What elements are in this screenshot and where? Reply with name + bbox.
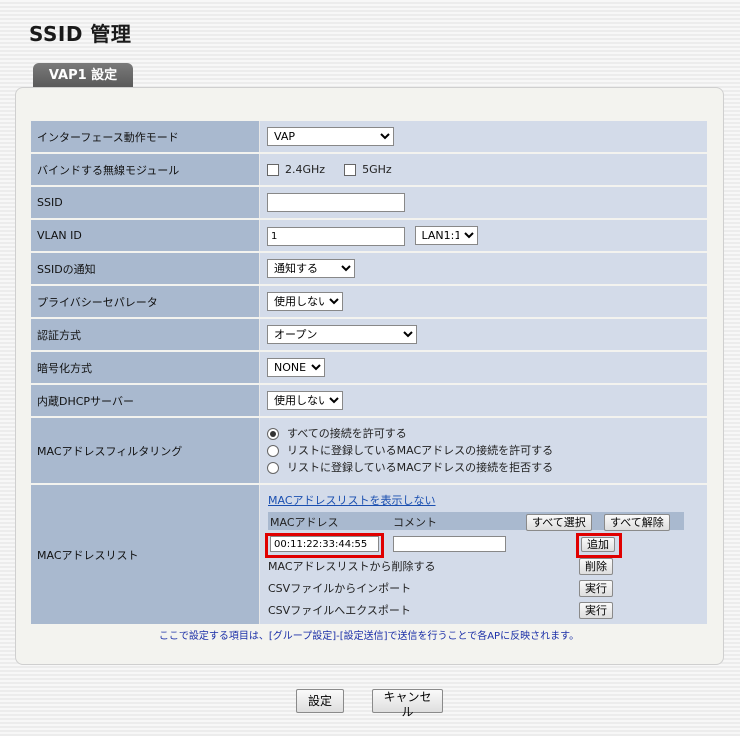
column-mac-address: MACアドレス [270,516,339,529]
label-cipher: 暗号化方式 [31,352,260,383]
label-auth-method: 認証方式 [31,319,260,350]
row-mac-filter: MACアドレスフィルタリング すべての接続を許可する リストに登録しているMAC… [31,418,707,483]
row-ssid-notify: SSIDの通知 通知する [31,253,707,284]
row-interface-mode: インターフェース動作モード VAP [31,121,707,152]
settings-table: インターフェース動作モード VAP バインドする無線モジュール 2.4GHz 5… [31,119,707,626]
radio-deny-list[interactable] [267,462,279,474]
radio-allow-all[interactable] [267,428,279,440]
deselect-all-button[interactable]: すべて解除 [604,514,670,531]
row-cipher: 暗号化方式 NONE [31,352,707,383]
checkbox-5ghz[interactable] [344,164,357,176]
radio-deny-list-row[interactable]: リストに登録しているMACアドレスの接続を拒否する [267,459,707,476]
delete-label: MACアドレスリストから削除する [268,560,436,573]
cipher-select[interactable]: NONE [267,358,325,377]
dhcp-select[interactable]: 使用しない [267,391,343,410]
label-dhcp: 内蔵DHCPサーバー [31,385,260,416]
csv-import-button[interactable]: 実行 [579,580,613,597]
checkbox-2ghz-label: 2.4GHz [285,163,326,176]
label-ssid: SSID [31,187,260,218]
delete-button[interactable]: 削除 [579,558,613,575]
ssid-input[interactable] [267,193,405,212]
radio-allow-list-row[interactable]: リストに登録しているMACアドレスの接続を許可する [267,442,707,459]
checkbox-2ghz[interactable] [267,164,279,176]
ssid-notify-select[interactable]: 通知する [267,259,355,278]
auth-method-select[interactable]: オープン [267,325,417,344]
vlan-id-input[interactable] [267,226,405,246]
submit-button[interactable]: 設定 [296,689,344,713]
row-bind-module: バインドする無線モジュール 2.4GHz 5GHz [31,154,707,185]
add-button[interactable]: 追加 [581,537,615,552]
vlan-port-select[interactable]: LAN1:1 [414,225,478,245]
label-privacy-separator: プライバシーセパレータ [31,286,260,317]
comment-input[interactable] [393,536,506,552]
row-mac-list: MACアドレスリスト MACアドレスリストを表示しない MACアドレス コメント… [31,485,707,624]
radio-allow-list[interactable] [267,445,279,457]
row-dhcp: 内蔵DHCPサーバー 使用しない [31,385,707,416]
row-vlan: VLAN ID LAN1:1 [31,220,707,251]
csv-export-button[interactable]: 実行 [579,602,613,619]
select-all-button[interactable]: すべて選択 [526,514,592,531]
row-privacy-separator: プライバシーセパレータ 使用しない [31,286,707,317]
csv-export-label: CSVファイルへエクスポート [268,604,411,617]
cancel-button[interactable]: キャンセル [372,689,443,719]
mac-address-input[interactable] [270,536,379,552]
mac-list-area: MACアドレスリストを表示しない MACアドレス コメント すべて選択 すべて解… [265,485,707,624]
column-comment: コメント [393,516,437,529]
group-settings-note: ここで設定する項目は、[グループ設定]-[設定送信]で送信を行うことで各APに反… [158,631,580,642]
radio-allow-all-row[interactable]: すべての接続を許可する [267,425,707,442]
label-bind-module: バインドする無線モジュール [31,154,260,185]
checkbox-5ghz-label: 5GHz [362,163,392,176]
row-ssid: SSID [31,187,707,218]
label-mac-filter: MACアドレスフィルタリング [31,418,260,483]
label-vlan-id: VLAN ID [31,220,260,251]
radio-deny-list-label: リストに登録しているMACアドレスの接続を拒否する [287,461,554,474]
privacy-separator-select[interactable]: 使用しない [267,292,343,311]
label-ssid-notify: SSIDの通知 [31,253,260,284]
tab-vap1-settings[interactable]: VAP1 設定 [33,63,133,87]
radio-allow-list-label: リストに登録しているMACアドレスの接続を許可する [287,444,554,457]
csv-import-label: CSVファイルからインポート [268,582,412,595]
mac-list-toggle-link[interactable]: MACアドレスリストを表示しない [268,492,436,508]
label-interface-mode: インターフェース動作モード [31,121,260,152]
label-mac-list: MACアドレスリスト [31,485,260,624]
interface-mode-select[interactable]: VAP [267,127,394,146]
page-title: SSID 管理 [29,22,132,46]
radio-allow-all-label: すべての接続を許可する [287,427,407,440]
row-auth-method: 認証方式 オープン [31,319,707,350]
